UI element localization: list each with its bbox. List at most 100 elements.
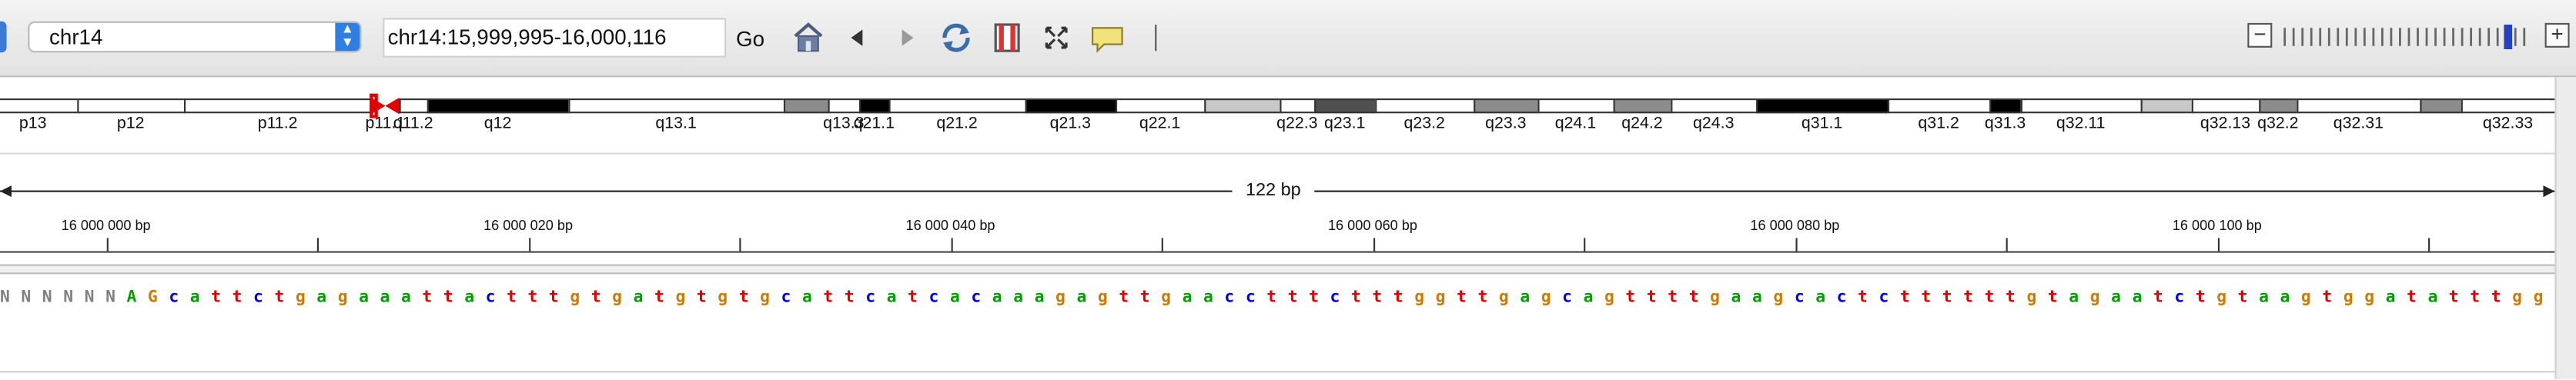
sequence-base: g bbox=[1055, 288, 1066, 308]
zoom-tick[interactable] bbox=[2478, 28, 2481, 46]
current-region-marker[interactable] bbox=[370, 93, 378, 118]
refresh-icon[interactable] bbox=[938, 22, 975, 55]
zoom-out-button[interactable]: − bbox=[2247, 23, 2273, 48]
zoom-tick[interactable] bbox=[2417, 28, 2419, 46]
zoom-tick[interactable] bbox=[2523, 28, 2526, 46]
ideogram-band[interactable] bbox=[0, 98, 78, 114]
ideogram-band[interactable] bbox=[2020, 98, 2141, 114]
sequence-base: t bbox=[443, 288, 453, 308]
home-icon[interactable] bbox=[792, 22, 825, 55]
sequence-base: a bbox=[1034, 288, 1045, 308]
ideogram-band[interactable] bbox=[568, 98, 784, 114]
zoom-tick[interactable] bbox=[2381, 28, 2384, 46]
sequence-base: t bbox=[1963, 288, 1974, 308]
sequence-base: t bbox=[1899, 288, 1910, 308]
zoom-tick[interactable] bbox=[2434, 28, 2437, 46]
ideogram-band[interactable] bbox=[1989, 98, 2021, 114]
zoom-tick[interactable] bbox=[2425, 28, 2428, 46]
ideogram-band[interactable] bbox=[859, 98, 889, 114]
ideogram-band[interactable] bbox=[1025, 98, 1116, 114]
go-button[interactable]: Go bbox=[736, 26, 764, 51]
back-icon[interactable] bbox=[846, 22, 869, 55]
sequence-base: c bbox=[781, 288, 791, 308]
zoom-tick[interactable] bbox=[2301, 28, 2304, 46]
forward-icon[interactable] bbox=[895, 22, 918, 55]
zoom-tick[interactable] bbox=[2345, 28, 2348, 46]
zoom-tick[interactable] bbox=[2283, 28, 2287, 46]
left-edge-control[interactable] bbox=[0, 21, 7, 53]
zoom-tick[interactable] bbox=[2470, 28, 2473, 46]
ideogram-band[interactable] bbox=[1204, 98, 1280, 114]
zoom-tick[interactable] bbox=[2354, 28, 2357, 46]
zoom-tick[interactable] bbox=[2461, 28, 2464, 46]
ideogram-band[interactable] bbox=[2140, 98, 2192, 114]
zoom-in-button[interactable]: + bbox=[2544, 23, 2570, 48]
ideogram-band[interactable] bbox=[1280, 98, 1315, 114]
zoom-tick[interactable] bbox=[2514, 28, 2517, 46]
ideogram-band[interactable] bbox=[1887, 98, 1990, 114]
ideogram-band[interactable] bbox=[427, 98, 569, 114]
panel-divider[interactable] bbox=[0, 264, 2555, 275]
sequence-base: t bbox=[2047, 288, 2058, 308]
vertical-scrollbar[interactable] bbox=[2554, 77, 2576, 379]
locus-search-input[interactable]: chr14:15,999,995-16,000,116 bbox=[383, 18, 727, 58]
ideogram-band[interactable] bbox=[1756, 98, 1888, 114]
ideogram-band[interactable] bbox=[184, 98, 372, 114]
zoom-tick[interactable] bbox=[2443, 28, 2446, 46]
ideogram-band[interactable] bbox=[399, 98, 427, 114]
chromosome-dropdown[interactable]: chr14 ▲ ▼ bbox=[28, 21, 362, 53]
ideogram-band[interactable] bbox=[2461, 98, 2555, 114]
ideogram-band[interactable] bbox=[2191, 98, 2260, 114]
band-label: q24.3 bbox=[1693, 115, 1735, 133]
ideogram-band[interactable] bbox=[2420, 98, 2461, 114]
sequence-base: g bbox=[2300, 288, 2311, 308]
ideogram-band[interactable] bbox=[783, 98, 828, 114]
ideogram-band[interactable] bbox=[828, 98, 860, 114]
band-label: q31.2 bbox=[1918, 115, 1959, 133]
zoom-tick[interactable] bbox=[2407, 28, 2410, 46]
ideogram-band[interactable] bbox=[888, 98, 1025, 114]
zoom-tick[interactable] bbox=[2399, 28, 2401, 46]
band-label: q22.1 bbox=[1139, 115, 1181, 133]
ruler-tick bbox=[739, 238, 741, 252]
sequence-base: g bbox=[1414, 288, 1425, 308]
ideogram-band[interactable] bbox=[2259, 98, 2297, 114]
sequence-base: a bbox=[2427, 288, 2438, 308]
ideogram-band[interactable] bbox=[1671, 98, 1757, 114]
sequence-base: t bbox=[844, 288, 855, 308]
fit-to-window-icon[interactable] bbox=[1042, 22, 1071, 55]
igv-window: chr14 ▲▼ chr14:15,999,995-16,000,116 Go bbox=[0, 0, 2576, 380]
sequence-base: t bbox=[1309, 288, 1319, 308]
zoom-tick[interactable] bbox=[2487, 28, 2491, 46]
zoom-tick[interactable] bbox=[2363, 28, 2366, 46]
sequence-base: t bbox=[1668, 288, 1678, 308]
zoom-tick[interactable] bbox=[2452, 28, 2454, 46]
zoom-tick[interactable] bbox=[2372, 28, 2375, 46]
zoom-slider[interactable] bbox=[2280, 25, 2530, 50]
sequence-base: c bbox=[253, 288, 263, 308]
ideogram-band[interactable] bbox=[77, 98, 185, 114]
sequence-base: g bbox=[1097, 288, 1108, 308]
ideogram-band[interactable] bbox=[2297, 98, 2420, 114]
ideogram-band[interactable] bbox=[1613, 98, 1671, 114]
popup-info-icon[interactable] bbox=[1089, 22, 1126, 55]
band-label: q21.1 bbox=[853, 115, 895, 133]
zoom-tick[interactable] bbox=[2337, 28, 2340, 46]
ideogram-band[interactable] bbox=[1474, 98, 1538, 114]
sequence-base: a bbox=[2069, 288, 2079, 308]
zoom-tick[interactable] bbox=[2319, 28, 2322, 46]
zoom-tick[interactable] bbox=[2390, 28, 2393, 46]
sequence-base: g bbox=[2216, 288, 2227, 308]
sequence-base: c bbox=[485, 288, 496, 308]
ideogram-band[interactable] bbox=[1537, 98, 1614, 114]
zoom-tick[interactable] bbox=[2327, 28, 2330, 46]
region-of-interest-icon[interactable] bbox=[992, 22, 1022, 55]
ideogram-band[interactable] bbox=[1314, 98, 1376, 114]
zoom-tick[interactable] bbox=[2496, 28, 2499, 46]
ideogram-band[interactable] bbox=[1375, 98, 1474, 114]
zoom-slider-thumb[interactable] bbox=[2504, 25, 2513, 50]
chromosome-ideogram[interactable]: p13 p12 p11.2 p11.1 q11.2 q12 q13.1 q13.3 q21.1 q… bbox=[0, 77, 2576, 155]
ideogram-band[interactable] bbox=[1115, 98, 1205, 114]
zoom-tick[interactable] bbox=[2310, 28, 2313, 46]
zoom-tick[interactable] bbox=[2292, 28, 2295, 46]
